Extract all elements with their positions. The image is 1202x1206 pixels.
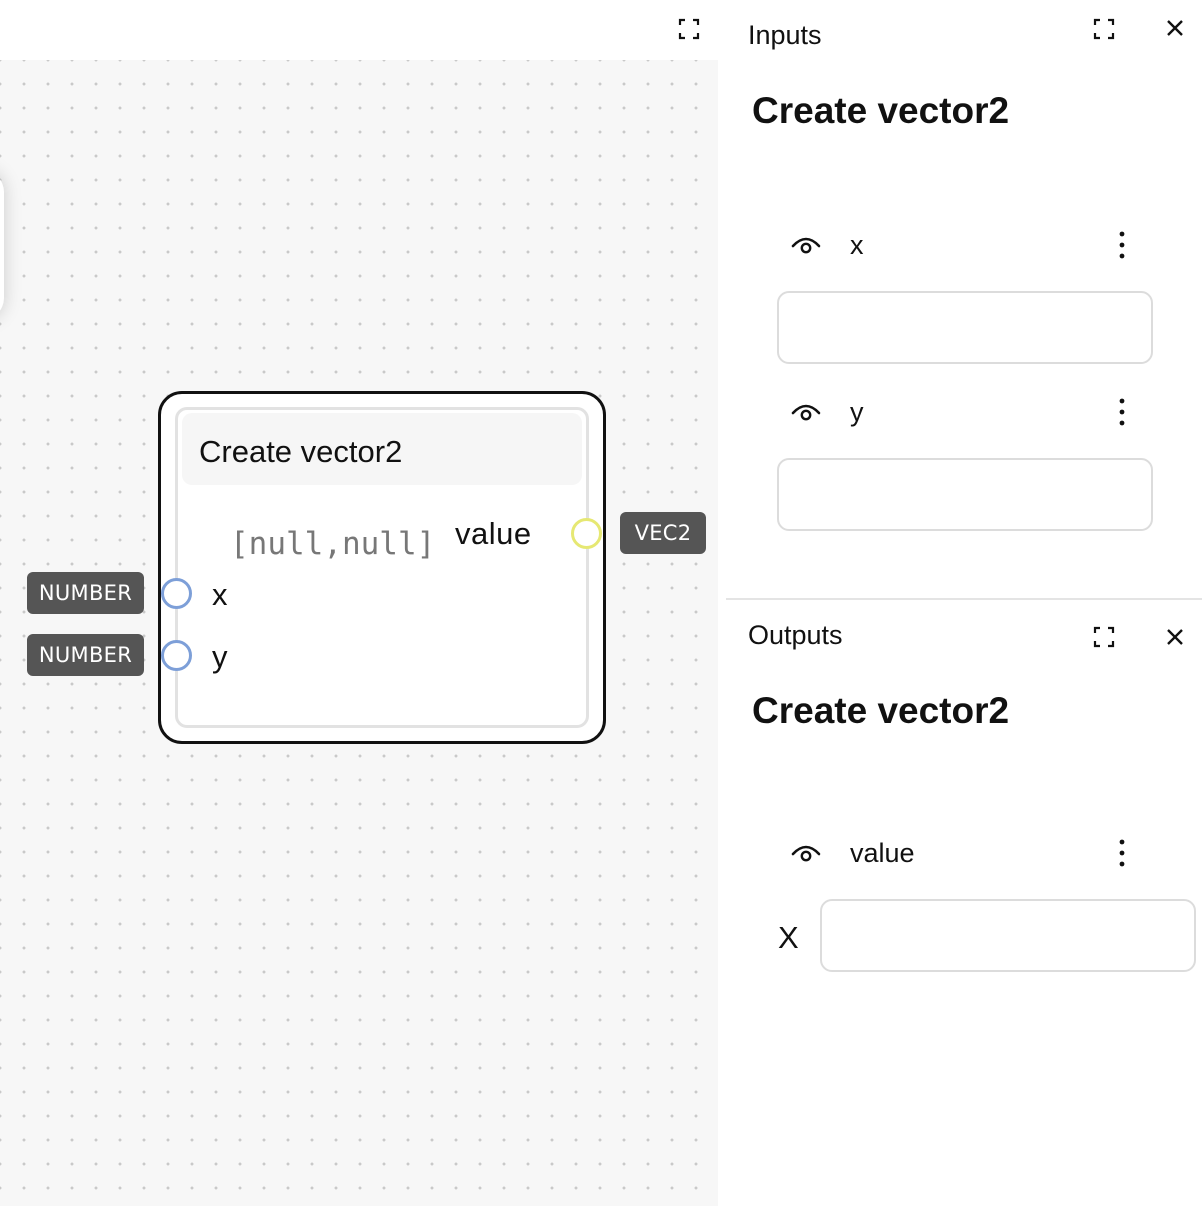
field-menu-button-x[interactable] — [1110, 229, 1134, 261]
input-type-tag-y: NUMBER — [27, 634, 144, 676]
more-vertical-icon — [1119, 398, 1125, 426]
outputs-panel-heading: Create vector2 — [752, 690, 1010, 731]
input-field-row-y: y — [726, 392, 1202, 432]
outputs-panel: Outputs Create vector2 value X — [726, 600, 1202, 1206]
output-type-tag: VEC2 — [620, 512, 706, 554]
eye-icon — [791, 237, 821, 254]
input-value-y[interactable] — [777, 458, 1153, 531]
outputs-fullscreen-button[interactable] — [1091, 624, 1117, 650]
input-type-label-y: NUMBER — [38, 643, 133, 667]
more-vertical-icon — [1119, 839, 1125, 867]
fullscreen-icon — [1093, 18, 1115, 40]
eye-icon — [791, 845, 821, 862]
node-input-label-y: y — [212, 639, 228, 674]
inputs-close-button[interactable] — [1162, 15, 1188, 41]
canvas-fullscreen-button[interactable] — [676, 16, 702, 42]
offscreen-node-edge[interactable] — [0, 170, 4, 320]
inputs-panel-heading: Create vector2 — [752, 90, 1010, 131]
fullscreen-icon — [1093, 626, 1115, 648]
node-default-value: [null,null] — [230, 526, 436, 562]
node-header[interactable]: Create vector2 — [182, 413, 582, 485]
node-create-vector2[interactable]: Create vector2 [null,null] — [158, 391, 606, 744]
node-input-label-x: x — [212, 577, 228, 612]
input-field-label-x: x — [850, 230, 864, 260]
visibility-toggle-x[interactable] — [790, 231, 822, 259]
output-field-label-value: value — [850, 838, 915, 868]
eye-icon — [791, 404, 821, 421]
close-icon — [1167, 20, 1183, 36]
outputs-panel-title: Outputs — [748, 620, 843, 650]
fullscreen-icon — [678, 18, 700, 40]
canvas-header — [0, 0, 718, 60]
inputs-panel-title: Inputs — [748, 20, 822, 50]
node-output-label: value — [455, 516, 532, 551]
input-field-label-y: y — [850, 397, 864, 427]
input-field-row-x: x — [726, 225, 1202, 265]
node-title: Create vector2 — [199, 434, 403, 469]
input-socket-x[interactable] — [161, 578, 192, 609]
output-value-x[interactable] — [820, 899, 1196, 972]
input-type-label-x: NUMBER — [38, 581, 133, 605]
output-socket-value[interactable] — [571, 518, 602, 549]
inputs-panel: Inputs Create vector2 x y — [726, 0, 1202, 598]
vector-component-label-x: X — [778, 920, 799, 955]
close-icon — [1167, 629, 1183, 645]
input-type-tag-x: NUMBER — [27, 572, 144, 614]
output-type-label: VEC2 — [634, 521, 692, 545]
input-value-x[interactable] — [777, 291, 1153, 364]
input-socket-y[interactable] — [161, 640, 192, 671]
field-menu-button-value[interactable] — [1110, 837, 1134, 869]
output-field-row-value: value — [726, 833, 1202, 873]
more-vertical-icon — [1119, 231, 1125, 259]
visibility-toggle-value[interactable] — [790, 839, 822, 867]
app-root: Create vector2 [null,null] value VEC2 NU… — [0, 0, 1202, 1206]
node-body: Create vector2 [null,null] — [175, 407, 589, 728]
inputs-fullscreen-button[interactable] — [1091, 16, 1117, 42]
visibility-toggle-y[interactable] — [790, 398, 822, 426]
field-menu-button-y[interactable] — [1110, 396, 1134, 428]
outputs-close-button[interactable] — [1162, 624, 1188, 650]
